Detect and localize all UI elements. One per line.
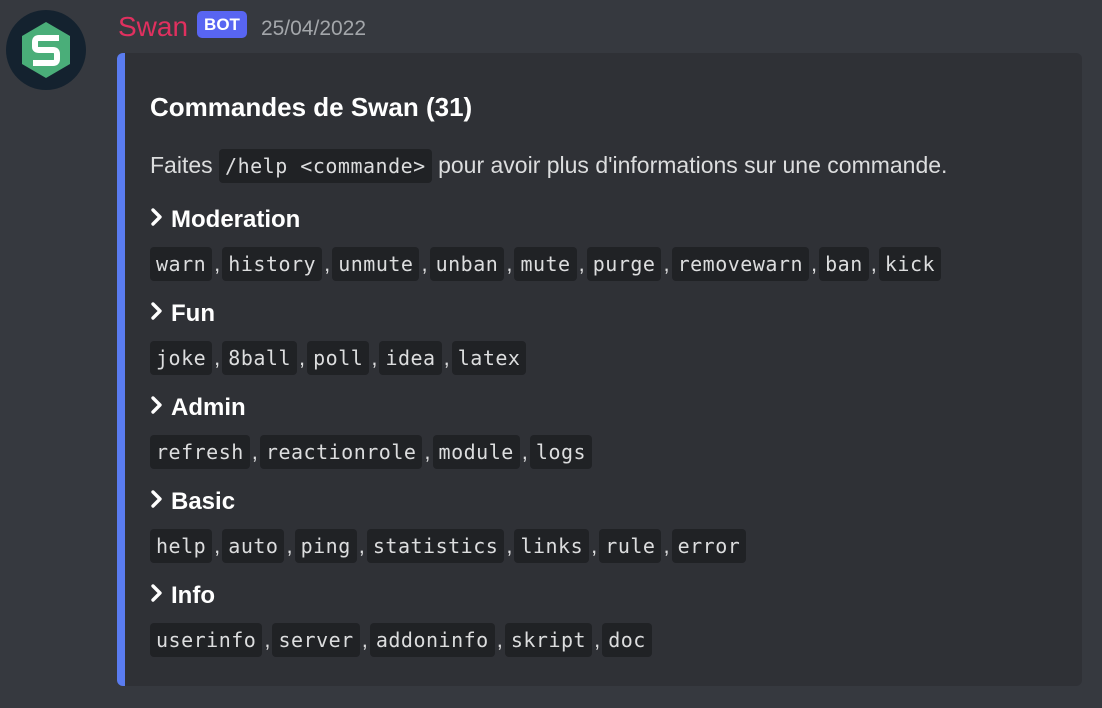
description-code: /help <commande> <box>219 149 432 183</box>
comma-separator: , <box>214 533 221 558</box>
comma-separator: , <box>591 533 598 558</box>
command-code: history <box>222 247 323 281</box>
description-prefix: Faites <box>150 152 213 178</box>
comma-separator: , <box>443 345 450 370</box>
command-code: idea <box>379 341 442 375</box>
command-code: unban <box>429 247 505 281</box>
command-code: warn <box>150 247 213 281</box>
field-value: warn, history, unmute, unban, mute, purge, rem… <box>150 247 942 281</box>
comma-separator: , <box>811 251 818 276</box>
field-value: refresh, reactionrole, module, logs <box>150 435 593 469</box>
field-name-label: Info <box>171 582 215 609</box>
command-code: joke <box>150 341 213 375</box>
comma-separator: , <box>361 627 368 652</box>
field-name-label: Moderation <box>171 206 301 233</box>
command-code: doc <box>602 623 652 657</box>
command-code: logs <box>529 435 593 469</box>
embed-title: Commandes de Swan (31) <box>150 92 473 122</box>
comma-separator: , <box>358 533 365 558</box>
command-code: poll <box>307 341 370 375</box>
field-name-label: Basic <box>171 488 236 515</box>
comma-separator: , <box>663 251 670 276</box>
command-code: rule <box>599 529 662 563</box>
command-code: error <box>671 529 747 563</box>
embed-field-basic: Basic help, auto, ping, statistics, links, rul… <box>150 485 747 563</box>
comma-separator: , <box>324 251 331 276</box>
command-code: statistics <box>366 529 505 563</box>
message-timestamp[interactable]: 25/04/2022 <box>261 12 366 46</box>
field-name: Info <box>150 579 652 613</box>
comma-separator: , <box>663 533 670 558</box>
command-code: latex <box>451 341 527 375</box>
embed-field-moderation: Moderation warn, history, unmute, unban, mute… <box>150 203 942 281</box>
command-code: refresh <box>150 435 250 469</box>
field-name: Fun <box>150 297 526 331</box>
comma-separator: , <box>214 345 221 370</box>
embed: Commandes de Swan (31) Faites /help <com… <box>117 53 1082 686</box>
comma-separator: , <box>521 439 528 464</box>
comma-separator: , <box>286 533 293 558</box>
command-code: userinfo <box>150 623 263 657</box>
field-name: Basic <box>150 485 746 519</box>
message-header: Swan BOT 25/04/2022 <box>118 10 366 44</box>
chevron-right-icon <box>150 486 164 518</box>
comma-separator: , <box>506 533 513 558</box>
description-suffix: pour avoir plus d'informations sur une c… <box>438 152 948 178</box>
chevron-right-icon <box>150 298 164 330</box>
embed-field-info: Info userinfo, server, addoninfo, skript, doc <box>150 579 652 657</box>
command-code: ping <box>294 529 357 563</box>
command-code: ban <box>819 247 869 281</box>
comma-separator: , <box>251 439 258 464</box>
comma-separator: , <box>421 251 428 276</box>
command-code: reactionrole <box>259 435 423 469</box>
command-code: auto <box>222 529 285 563</box>
field-value: help, auto, ping, statistics, links, rule, err… <box>150 529 747 563</box>
field-name: Admin <box>150 391 592 425</box>
field-name-label: Fun <box>171 300 215 327</box>
embed-field-admin: Admin refresh, reactionrole, module, logs <box>150 391 593 469</box>
field-name: Moderation <box>150 203 941 237</box>
field-value: userinfo, server, addoninfo, skript, doc <box>150 623 652 657</box>
embed-field-fun: Fun joke, 8ball, poll, idea, latex <box>150 297 527 375</box>
embed-description: Faites /help <commande> pour avoir plus … <box>150 148 947 183</box>
comma-separator: , <box>299 345 306 370</box>
command-code: addoninfo <box>369 623 495 657</box>
chevron-right-icon <box>150 392 164 424</box>
command-code: skript <box>504 623 593 657</box>
comma-separator: , <box>594 627 601 652</box>
comma-separator: , <box>264 627 271 652</box>
swan-logo-icon <box>22 22 70 78</box>
field-value: joke, 8ball, poll, idea, latex <box>150 341 527 375</box>
command-code: module <box>432 435 520 469</box>
command-code: unmute <box>332 247 420 281</box>
bot-badge: BOT <box>197 10 247 38</box>
avatar[interactable] <box>6 10 86 90</box>
comma-separator: , <box>506 251 513 276</box>
comma-separator: , <box>870 251 877 276</box>
author-name[interactable]: Swan <box>118 10 188 44</box>
command-code: purge <box>586 247 662 281</box>
comma-separator: , <box>371 345 378 370</box>
command-code: kick <box>878 247 942 281</box>
chevron-right-icon <box>150 580 164 612</box>
command-code: 8ball <box>222 341 298 375</box>
command-code: mute <box>514 247 577 281</box>
command-code: server <box>272 623 360 657</box>
comma-separator: , <box>578 251 585 276</box>
comma-separator: , <box>424 439 431 464</box>
command-code: help <box>150 529 213 563</box>
command-code: removewarn <box>671 247 809 281</box>
field-name-label: Admin <box>171 394 246 421</box>
comma-separator: , <box>496 627 503 652</box>
command-code: links <box>514 529 590 563</box>
comma-separator: , <box>214 251 221 276</box>
chevron-right-icon <box>150 204 164 236</box>
